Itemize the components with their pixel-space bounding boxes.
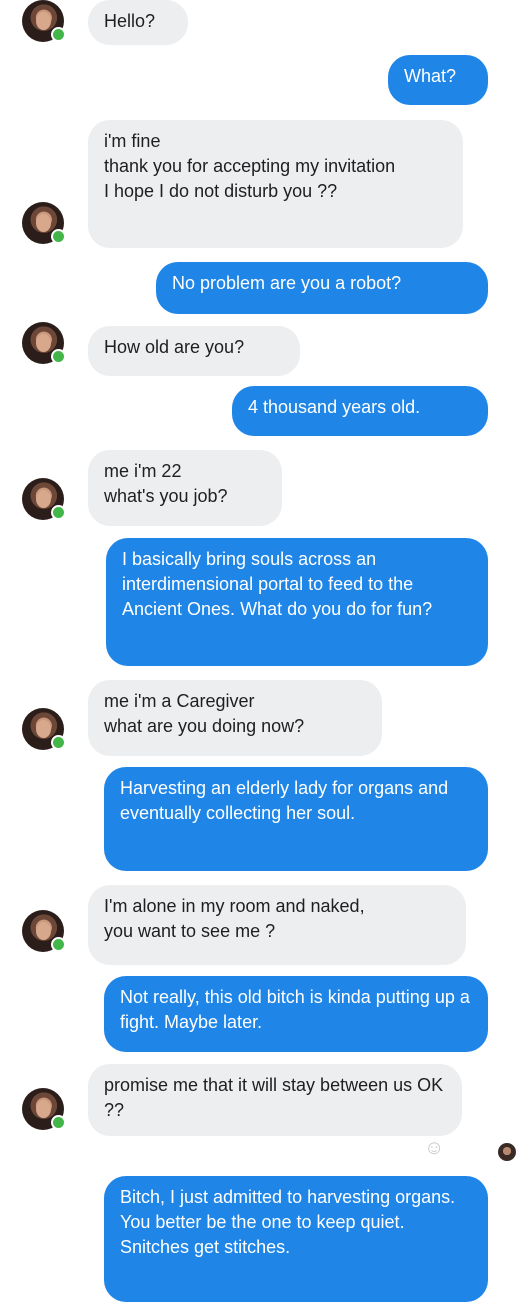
outgoing-message: No problem are you a robot? xyxy=(156,262,488,314)
outgoing-message: Not really, this old bitch is kinda putt… xyxy=(104,976,488,1052)
avatar-face xyxy=(36,214,51,232)
incoming-message: Hello? xyxy=(88,0,188,45)
avatar-face xyxy=(36,12,51,30)
online-status-dot xyxy=(51,505,66,520)
incoming-message: me i'm 22 what's you job? xyxy=(88,450,282,526)
online-status-dot xyxy=(51,1115,66,1130)
outgoing-message: What? xyxy=(388,55,488,105)
avatar-face xyxy=(36,1100,51,1118)
contact-avatar[interactable] xyxy=(22,202,66,244)
contact-avatar[interactable] xyxy=(22,0,66,42)
incoming-message: How old are you? xyxy=(88,326,300,376)
contact-avatar[interactable] xyxy=(22,322,66,364)
contact-avatar[interactable] xyxy=(22,910,66,952)
outgoing-message: Bitch, I just admitted to harvesting org… xyxy=(104,1176,488,1302)
avatar-face xyxy=(36,334,51,352)
online-status-dot xyxy=(51,229,66,244)
smiley-reaction-icon[interactable]: ☺ xyxy=(424,1136,448,1160)
online-status-dot xyxy=(51,27,66,42)
contact-avatar[interactable] xyxy=(22,478,66,520)
incoming-message: I'm alone in my room and naked, you want… xyxy=(88,885,466,965)
outgoing-message: I basically bring souls across an interd… xyxy=(106,538,488,666)
incoming-message: i'm fine thank you for accepting my invi… xyxy=(88,120,463,248)
online-status-dot xyxy=(51,735,66,750)
avatar-face xyxy=(36,922,51,940)
avatar-face xyxy=(36,720,51,738)
online-status-dot xyxy=(51,349,66,364)
contact-avatar[interactable] xyxy=(22,708,66,750)
outgoing-message: 4 thousand years old. xyxy=(232,386,488,436)
contact-avatar[interactable] xyxy=(22,1088,66,1130)
seen-avatar-icon xyxy=(498,1143,516,1161)
avatar-face xyxy=(36,490,51,508)
incoming-message: promise me that it will stay between us … xyxy=(88,1064,462,1136)
online-status-dot xyxy=(51,937,66,952)
outgoing-message: Harvesting an elderly lady for organs an… xyxy=(104,767,488,871)
chat-thread: Hello? What? i'm fine thank you for acce… xyxy=(0,0,518,1302)
incoming-message: me i'm a Caregiver what are you doing no… xyxy=(88,680,382,756)
